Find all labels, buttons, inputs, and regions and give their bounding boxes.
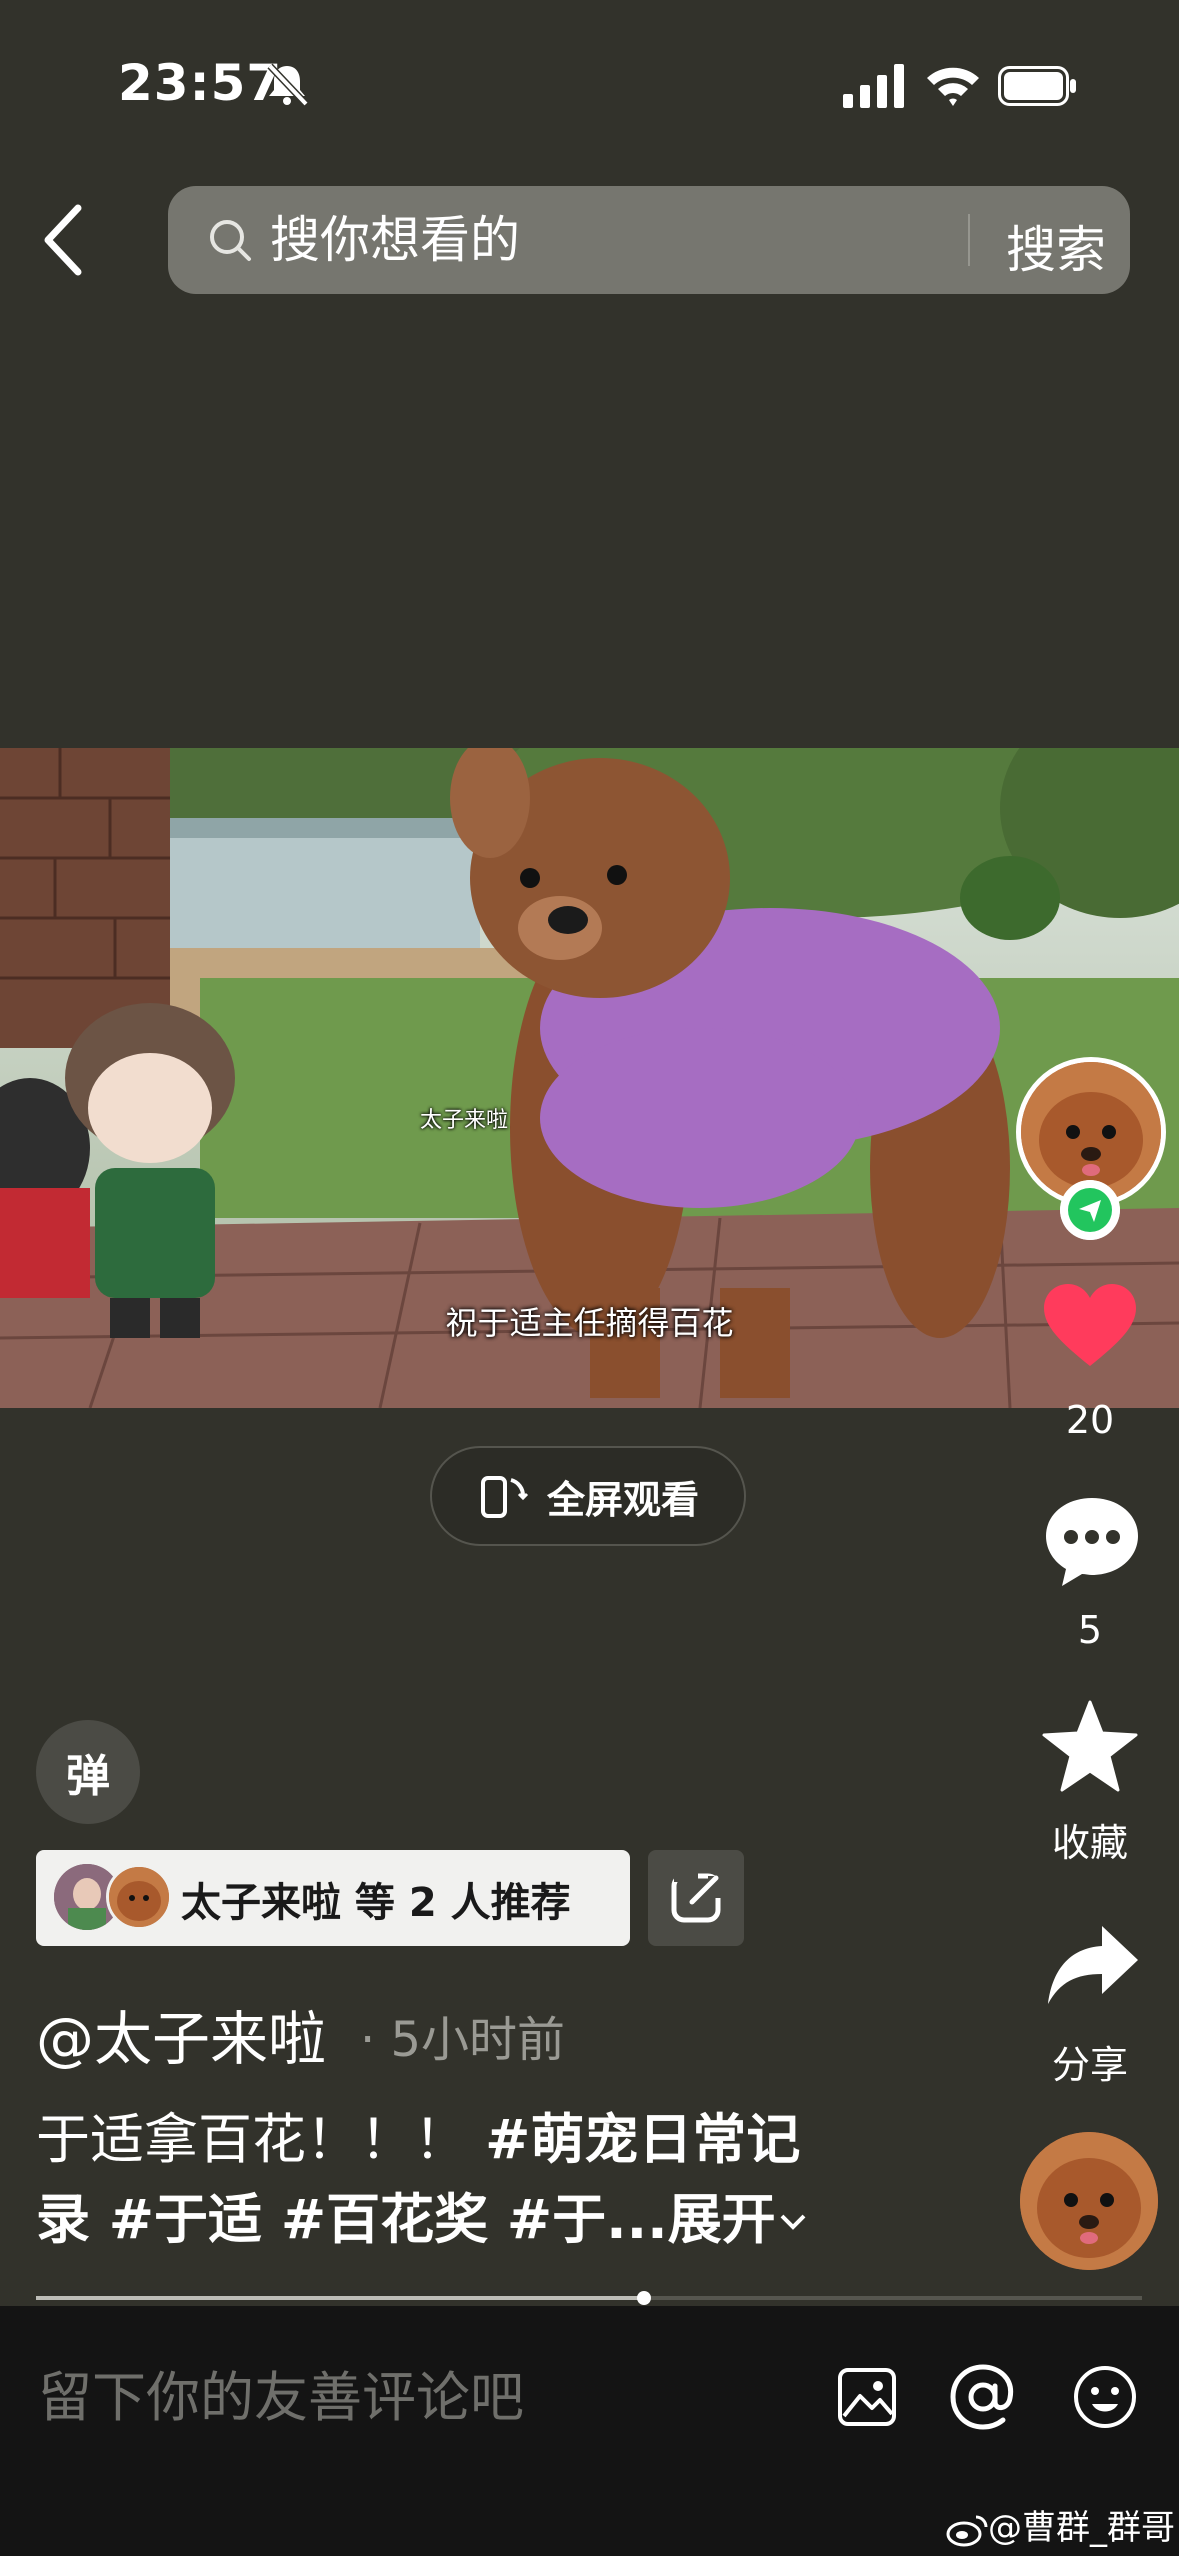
emoji-icon[interactable]: [1072, 2364, 1138, 2430]
expand-button[interactable]: 展开: [668, 2188, 810, 2251]
like-count: 20: [1065, 1398, 1115, 1442]
post-description: 于适拿百花！！！ #萌宠日常记 录 #于适 #百花奖 #于...展开: [36, 2100, 896, 2260]
description-text: 于适拿百花！！！: [36, 2108, 486, 2171]
recommend-text: 太子来啦 等 2 人推荐: [181, 1880, 571, 1926]
recommender-avatar-image: [109, 1867, 169, 1927]
collect-label: 收藏: [1051, 1821, 1128, 1865]
edit-button[interactable]: [648, 1850, 744, 1946]
danmu-label: 弹: [66, 1751, 110, 1802]
weibo-logo-icon: [946, 2515, 988, 2546]
description-line: 于适拿百花！！！ #萌宠日常记: [36, 2100, 896, 2180]
share-label: 分享: [1051, 2043, 1128, 2087]
cellular-signal-icon: [843, 64, 904, 108]
battery-icon: [998, 66, 1076, 106]
expand-label: 展开: [667, 2188, 776, 2251]
mention-at-icon[interactable]: [948, 2364, 1018, 2430]
status-time: 23:57: [118, 54, 283, 112]
author-name[interactable]: @太子来啦: [36, 1992, 326, 2076]
comment-input[interactable]: [38, 2362, 798, 2432]
image-icon[interactable]: [836, 2366, 898, 2428]
video-progress-handle[interactable]: [637, 2291, 652, 2305]
hashtag[interactable]: #萌宠日常记: [485, 2108, 800, 2171]
wifi-icon: [927, 67, 979, 106]
dog-avatar-image: [1020, 2132, 1158, 2270]
search-input[interactable]: [270, 210, 920, 270]
rotate-screen-icon: [480, 1476, 529, 1518]
heart-like-icon[interactable]: [1040, 1280, 1140, 1370]
hashtag[interactable]: 录 #于适 #百花奖 #于...: [36, 2188, 668, 2251]
follow-badge-icon[interactable]: [1060, 1180, 1120, 1240]
comment-count: 5: [1077, 1608, 1103, 1652]
music-disc-avatar[interactable]: [1020, 2132, 1158, 2270]
share-arrow-icon[interactable]: [1044, 1922, 1140, 2008]
star-collect-icon[interactable]: [1042, 1700, 1138, 1792]
search-button[interactable]: 搜索: [1006, 210, 1106, 282]
video-progress-fill: [36, 2296, 645, 2300]
search-divider: [968, 214, 970, 266]
search-icon: [210, 220, 251, 261]
edit-icon: [671, 1870, 722, 1923]
post-time: · 5小时前: [360, 2012, 566, 2068]
recommend-chip[interactable]: 太子来啦 等 2 人推荐: [36, 1850, 630, 1946]
fullscreen-button[interactable]: 全屏观看: [430, 1446, 746, 1546]
video-subtitle: 祝于适主任摘得百花: [445, 1304, 734, 1342]
watermark-text: @曹群_群哥: [988, 2508, 1175, 2548]
comment-bubble-icon[interactable]: [1042, 1492, 1142, 1588]
description-line: 录 #于适 #百花奖 #于...展开: [36, 2180, 896, 2260]
bell-muted-icon: [267, 63, 309, 107]
danmu-toggle-button[interactable]: 弹: [36, 1720, 140, 1824]
watermark: @曹群_群哥: [946, 2500, 1175, 2549]
video-caption-small: 太子来啦: [420, 1108, 509, 1133]
chevron-down-icon: [780, 2214, 806, 2230]
fullscreen-label: 全屏观看: [546, 1477, 699, 1522]
recommender-avatar: [106, 1864, 172, 1930]
back-arrow-icon[interactable]: [38, 200, 88, 280]
